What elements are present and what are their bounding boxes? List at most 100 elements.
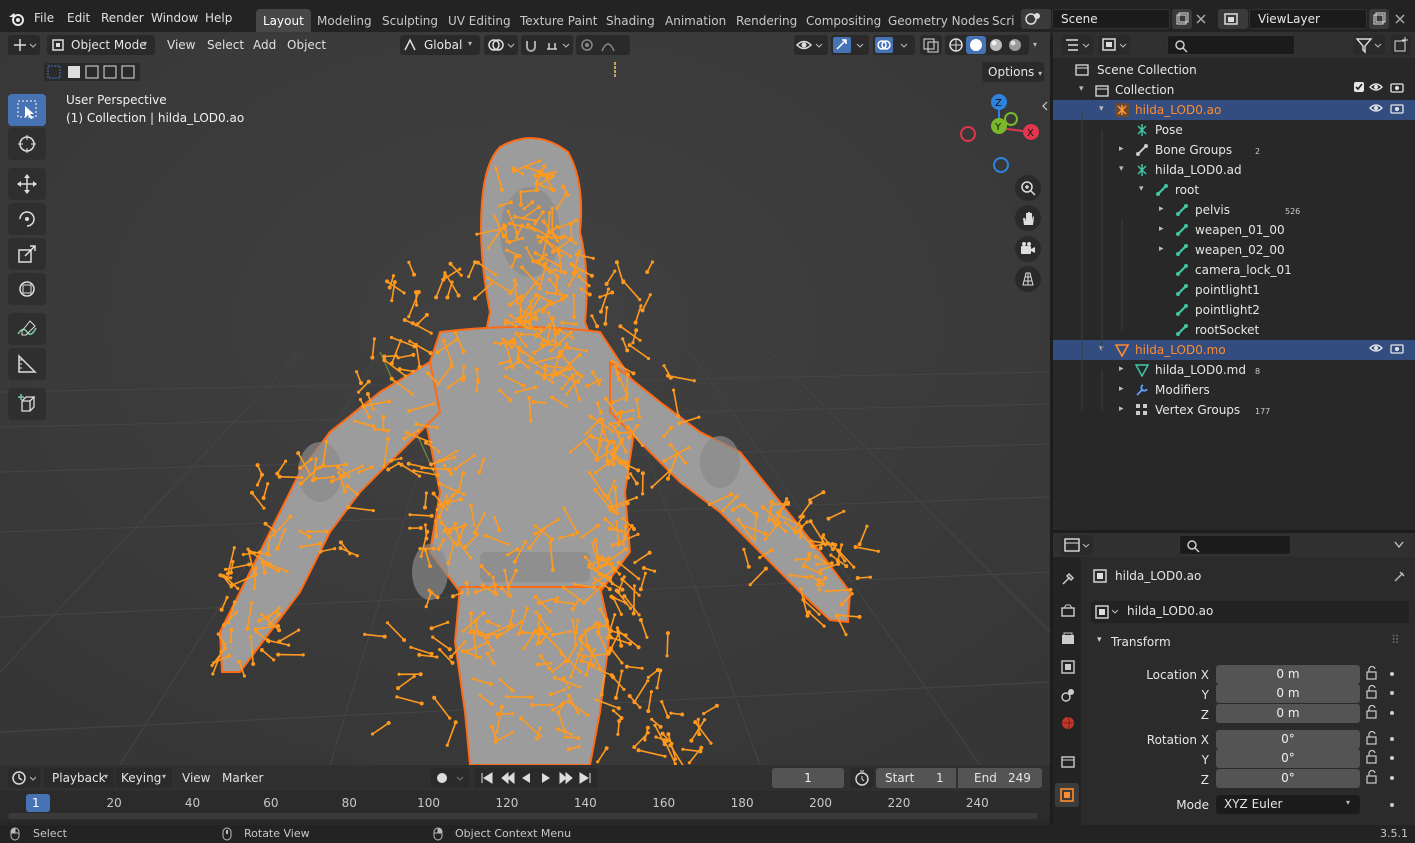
scene-new-button[interactable]	[1172, 9, 1192, 29]
3d-viewport[interactable]: User Perspective (1) Collection | hilda_…	[0, 32, 1050, 765]
transform-panel-header[interactable]: ▾ Transform ⠿	[1091, 633, 1409, 653]
blender-logo-icon[interactable]	[8, 11, 26, 27]
playback-controls[interactable]	[474, 768, 598, 788]
rotation-x-field[interactable]: 0°	[1216, 730, 1360, 749]
tab-texture-paint[interactable]: Texture Paint	[513, 9, 604, 33]
rotation-z-field[interactable]: 0°	[1216, 769, 1360, 788]
close-icon[interactable]	[1195, 13, 1207, 25]
object-name-field[interactable]: hilda_LOD0.ao	[1091, 601, 1409, 623]
keyframe-dot[interactable]	[1390, 672, 1394, 676]
view-layer-tab-icon[interactable]	[1060, 659, 1076, 675]
eye-icon[interactable]	[1369, 103, 1383, 113]
camera-render-icon[interactable]	[1390, 81, 1404, 93]
menu-edit[interactable]: Edit	[67, 11, 90, 25]
timeline-menu-view[interactable]: View	[182, 771, 210, 785]
pin-icon[interactable]	[1393, 569, 1407, 583]
menu-render[interactable]: Render	[101, 11, 144, 25]
editor-type-button[interactable]	[8, 35, 40, 55]
close-icon[interactable]	[1394, 13, 1406, 25]
location-x-field[interactable]: 0 m	[1216, 665, 1360, 684]
menu-file[interactable]: File	[34, 11, 54, 25]
timeline-menu-marker[interactable]: Marker	[222, 771, 263, 785]
playback-menu[interactable]: Playback ▾	[44, 768, 114, 788]
menu-view[interactable]: View	[167, 38, 195, 52]
rotation-y-field[interactable]: 0°	[1216, 749, 1360, 768]
xray-toggle[interactable]	[920, 35, 942, 55]
object-tab[interactable]	[1055, 783, 1079, 807]
scene-tab-icon[interactable]	[1060, 687, 1076, 703]
mode-dropdown[interactable]: Object Mode ▾	[47, 35, 155, 55]
start-frame-field[interactable]: Start 1	[876, 768, 956, 788]
lock-icon[interactable]	[1365, 705, 1379, 719]
tab-scripting[interactable]: Scri	[985, 9, 1021, 33]
output-tab-icon[interactable]	[1060, 631, 1076, 647]
lock-icon[interactable]	[1365, 666, 1379, 680]
lock-icon[interactable]	[1365, 750, 1379, 764]
keyframe-dot[interactable]	[1390, 776, 1394, 780]
rotate-tool[interactable]	[8, 203, 46, 235]
tab-layout[interactable]: Layout	[256, 9, 311, 33]
tab-animation[interactable]: Animation	[658, 9, 733, 33]
keyframe-dot[interactable]	[1390, 803, 1394, 807]
rotation-mode-dropdown[interactable]: XYZ Euler ▾	[1216, 795, 1360, 814]
tab-uv-editing[interactable]: UV Editing	[441, 9, 518, 33]
snap-group[interactable]	[521, 35, 573, 55]
armature-bones[interactable]	[0, 32, 1050, 765]
sidebar-toggle-icon[interactable]	[1041, 100, 1049, 112]
render-tab-icon[interactable]	[1060, 603, 1076, 619]
location-y-field[interactable]: 0 m	[1216, 684, 1360, 703]
visibility-dropdown[interactable]	[794, 35, 828, 55]
camera-render-icon[interactable]	[1390, 342, 1404, 354]
tab-compositing[interactable]: Compositing	[799, 9, 888, 33]
scene-browse-button[interactable]	[1021, 9, 1051, 29]
navigation-gizmo[interactable]: Z X Y	[955, 94, 1045, 178]
tool-tab-icon[interactable]	[1060, 571, 1076, 587]
eye-icon[interactable]	[1369, 343, 1383, 353]
orientation-dropdown[interactable]: Global ▾	[400, 35, 480, 55]
tab-shading[interactable]: Shading	[599, 9, 662, 33]
menu-object[interactable]: Object	[287, 38, 326, 52]
collection-checkbox[interactable]	[1353, 81, 1365, 96]
measure-tool[interactable]	[8, 348, 46, 380]
world-tab-icon[interactable]	[1060, 715, 1076, 731]
camera-view-button[interactable]	[1015, 236, 1041, 262]
perspective-toggle-button[interactable]	[1015, 266, 1041, 292]
outliner-search-input[interactable]	[1167, 35, 1295, 55]
zoom-button[interactable]	[1015, 175, 1041, 201]
light-icon[interactable]	[611, 60, 619, 80]
cursor-tool[interactable]	[8, 128, 46, 160]
tab-geometry-nodes[interactable]: Geometry Nodes	[881, 9, 996, 33]
tab-modeling[interactable]: Modeling	[310, 9, 379, 33]
menu-window[interactable]: Window	[151, 11, 198, 25]
properties-editor-type-button[interactable]	[1061, 535, 1093, 555]
menu-help[interactable]: Help	[205, 11, 232, 25]
outliner-editor-type-button[interactable]	[1061, 35, 1093, 55]
end-frame-field[interactable]: End 249	[958, 768, 1042, 788]
eye-icon[interactable]	[1369, 82, 1383, 92]
menu-select[interactable]: Select	[207, 38, 244, 52]
chevron-down-icon[interactable]	[1393, 540, 1405, 550]
proportional-edit-group[interactable]	[576, 35, 630, 55]
auto-keying-toggle[interactable]	[431, 768, 469, 788]
properties-search-input[interactable]	[1179, 535, 1291, 555]
outliner-row-scene-collection[interactable]: Scene Collection	[1053, 60, 1415, 80]
lock-icon[interactable]	[1365, 685, 1379, 699]
keyframe-dot[interactable]	[1390, 737, 1394, 741]
keying-menu[interactable]: Keying ▾	[116, 768, 172, 788]
camera-render-icon[interactable]	[1390, 102, 1404, 114]
shading-mode-group[interactable]	[945, 35, 1029, 55]
filter-button[interactable]	[1353, 35, 1385, 55]
scene-name-field[interactable]: Scene	[1052, 9, 1170, 29]
preview-range-toggle[interactable]	[850, 768, 874, 788]
timeline-editor-type-button[interactable]	[8, 768, 40, 788]
lock-icon[interactable]	[1365, 770, 1379, 784]
collection-tab-icon[interactable]	[1060, 753, 1076, 769]
viewlayer-browse-button[interactable]	[1218, 9, 1248, 29]
move-tool[interactable]	[8, 168, 46, 200]
tab-rendering[interactable]: Rendering	[729, 9, 804, 33]
keyframe-dot[interactable]	[1390, 756, 1394, 760]
menu-add[interactable]: Add	[253, 38, 276, 52]
chevron-down-icon[interactable]: ▾	[1033, 40, 1037, 49]
location-z-field[interactable]: 0 m	[1216, 704, 1360, 723]
lock-icon[interactable]	[1365, 731, 1379, 745]
